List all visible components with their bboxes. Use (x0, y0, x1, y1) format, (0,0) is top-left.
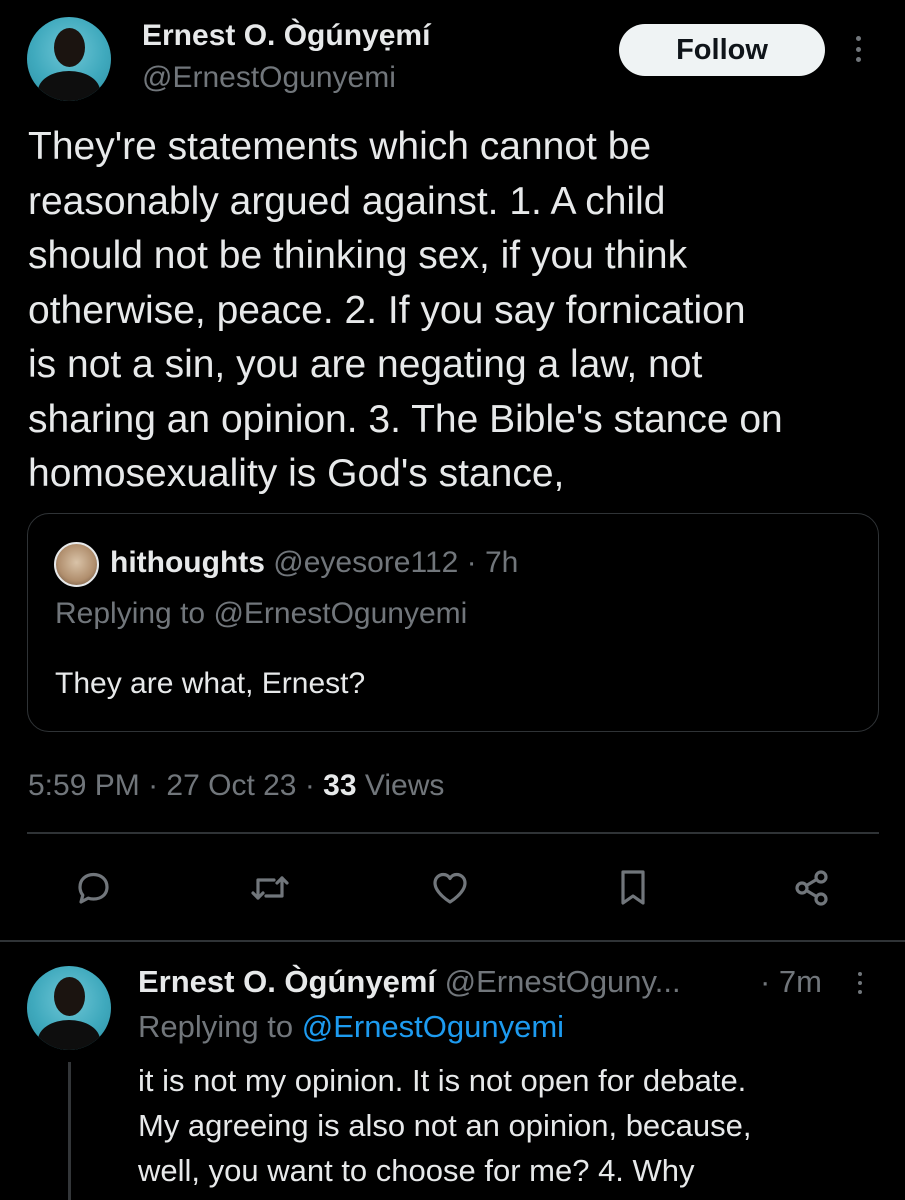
follow-button[interactable]: Follow (619, 24, 825, 76)
quoted-replying-prefix: Replying to (55, 597, 206, 630)
share-button[interactable] (782, 860, 842, 916)
quoted-author-name: hithoughts (110, 546, 265, 579)
tweet-date: · 27 Oct 23 · (148, 769, 315, 802)
like-button[interactable] (420, 860, 480, 916)
reply-replying-line: Replying to @ErnestOgunyemi (138, 1007, 564, 1047)
tweet-meta: 5:59 PM · 27 Oct 23 · 33 Views (28, 766, 444, 806)
thread-line (68, 1062, 71, 1200)
quoted-author-avatar (54, 542, 99, 587)
heart-icon (433, 872, 467, 904)
reply-icon (78, 872, 109, 904)
meta-divider (27, 832, 879, 834)
retweet-button[interactable] (240, 860, 300, 916)
reply-author-name[interactable]: Ernest O. Ògúnyẹmí (138, 964, 436, 999)
quoted-replying-line: Replying to @ErnestOgunyemi (55, 594, 467, 634)
reply-more-options-icon[interactable] (856, 972, 864, 994)
reply-text: it is not my opinion. It is not open for… (138, 1063, 752, 1188)
quoted-author-handle: @eyesore112 (273, 546, 459, 579)
retweet-icon (251, 876, 289, 900)
bookmark-icon (621, 870, 645, 905)
quoted-author-line: hithoughts @eyesore112 · 7h (110, 544, 518, 582)
share-icon (795, 870, 828, 906)
views-label: Views (364, 769, 445, 802)
reply-header: Ernest O. Ògúnyẹmí @ErnestOguny... (138, 962, 681, 1002)
author-name[interactable]: Ernest O. Ògúnyẹmí (142, 17, 430, 55)
tweet-time: 5:59 PM (28, 769, 140, 802)
quoted-tweet-card[interactable]: hithoughts @eyesore112 · 7h Replying to … (27, 513, 879, 732)
quoted-text: They are what, Ernest? (55, 667, 366, 700)
reply-replying-prefix: Replying to (138, 1009, 294, 1044)
reply-button[interactable] (63, 860, 123, 916)
views-count: 33 (323, 769, 357, 802)
author-handle[interactable]: @ErnestOgunyemi (142, 59, 396, 97)
author-avatar[interactable] (27, 17, 111, 101)
quoted-time: · 7h (466, 546, 519, 579)
quoted-replying-handle: @ErnestOgunyemi (213, 597, 468, 630)
reply-author-avatar[interactable] (27, 966, 111, 1050)
bookmark-button[interactable] (603, 860, 663, 916)
reply-replying-handle[interactable]: @ErnestOgunyemi (302, 1009, 564, 1044)
tweet-text: They're statements which cannot be reaso… (28, 125, 783, 495)
reply-author-handle[interactable]: @ErnestOguny... (445, 964, 681, 999)
section-divider (0, 940, 905, 942)
more-options-icon[interactable] (853, 36, 863, 62)
reply-time: · 7m (760, 964, 822, 999)
